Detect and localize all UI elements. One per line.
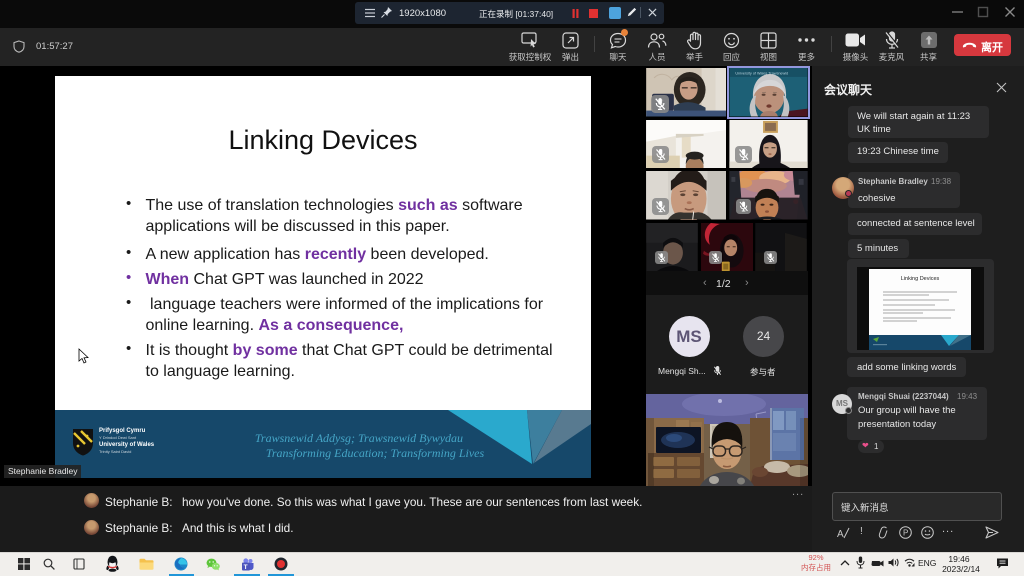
svg-text:T: T <box>244 564 248 571</box>
svg-text:P: P <box>903 529 908 538</box>
svg-text:A: A <box>837 529 844 539</box>
svg-text:University of Wales Trawsnewi: University of Wales Trawsnewid <box>735 71 788 75</box>
